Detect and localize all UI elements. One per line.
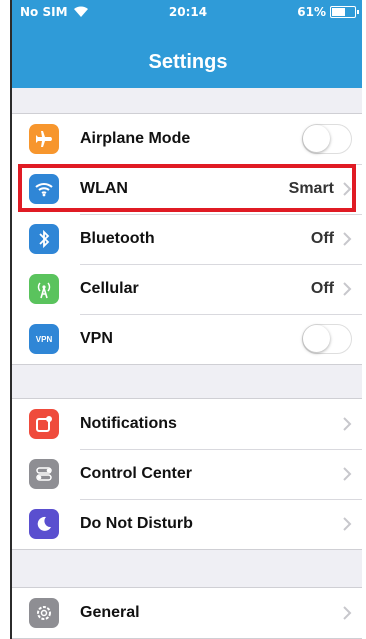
chevron-right-icon — [343, 417, 352, 431]
cellular-icon — [29, 274, 59, 304]
chevron-right-icon — [343, 182, 352, 196]
settings-row-label: WLAN — [80, 180, 128, 197]
chevron-right-icon — [343, 232, 352, 246]
settings-row-control-center[interactable]: Control Center — [12, 449, 362, 499]
settings-row-label: Cellular — [80, 280, 139, 297]
settings-group-general: General — [12, 587, 362, 639]
airplane-mode-toggle[interactable] — [302, 124, 352, 154]
settings-row-label: Control Center — [80, 465, 192, 482]
toggle-knob — [303, 125, 330, 152]
settings-row-vpn[interactable]: VPN VPN — [12, 314, 362, 364]
vpn-icon: VPN — [29, 324, 59, 354]
notifications-icon — [29, 409, 59, 439]
settings-row-bluetooth[interactable]: Bluetooth Off — [12, 214, 362, 264]
control-center-icon — [29, 459, 59, 489]
settings-row-general[interactable]: General — [12, 588, 362, 638]
chevron-right-icon — [343, 467, 352, 481]
settings-group-connectivity: Airplane Mode WLAN Smart Bluetooth Off C… — [12, 113, 362, 365]
chevron-right-icon — [343, 282, 352, 296]
vpn-icon-text: VPN — [35, 334, 53, 344]
bluetooth-icon — [29, 224, 59, 254]
settings-row-label: Airplane Mode — [80, 130, 191, 147]
chevron-right-icon — [343, 517, 352, 531]
settings-row-label: Bluetooth — [80, 230, 155, 247]
phone-screen: No SIM 20:14 61% Settings Airplane Mode — [10, 0, 362, 639]
battery-level-fill — [332, 8, 345, 16]
settings-row-label: General — [80, 604, 140, 621]
battery-percent: 61% — [297, 5, 326, 19]
airplane-icon — [29, 124, 59, 154]
settings-row-do-not-disturb[interactable]: Do Not Disturb — [12, 499, 362, 549]
navigation-bar: Settings — [12, 24, 362, 88]
cellular-value: Off — [310, 280, 334, 297]
gear-icon — [29, 598, 59, 628]
settings-row-label: Do Not Disturb — [80, 515, 193, 532]
page-title: Settings — [148, 51, 228, 73]
settings-row-airplane-mode[interactable]: Airplane Mode — [12, 114, 362, 164]
battery-icon — [330, 6, 359, 18]
settings-row-cellular[interactable]: Cellular Off — [12, 264, 362, 314]
vpn-toggle[interactable] — [302, 324, 352, 354]
settings-row-label: VPN — [80, 330, 113, 347]
settings-row-wlan[interactable]: WLAN Smart — [12, 164, 362, 214]
settings-row-label: Notifications — [80, 415, 177, 432]
bluetooth-value: Off — [310, 230, 334, 247]
wifi-icon — [29, 174, 59, 204]
toggle-knob — [303, 325, 330, 352]
moon-icon — [29, 509, 59, 539]
status-battery-group: 61% — [297, 5, 359, 19]
settings-row-notifications[interactable]: Notifications — [12, 399, 362, 449]
settings-group-system: Notifications Control Center Do Not Dist… — [12, 398, 362, 550]
status-bar: No SIM 20:14 61% — [12, 0, 362, 24]
wlan-value: Smart — [288, 180, 334, 197]
chevron-right-icon — [343, 606, 352, 620]
